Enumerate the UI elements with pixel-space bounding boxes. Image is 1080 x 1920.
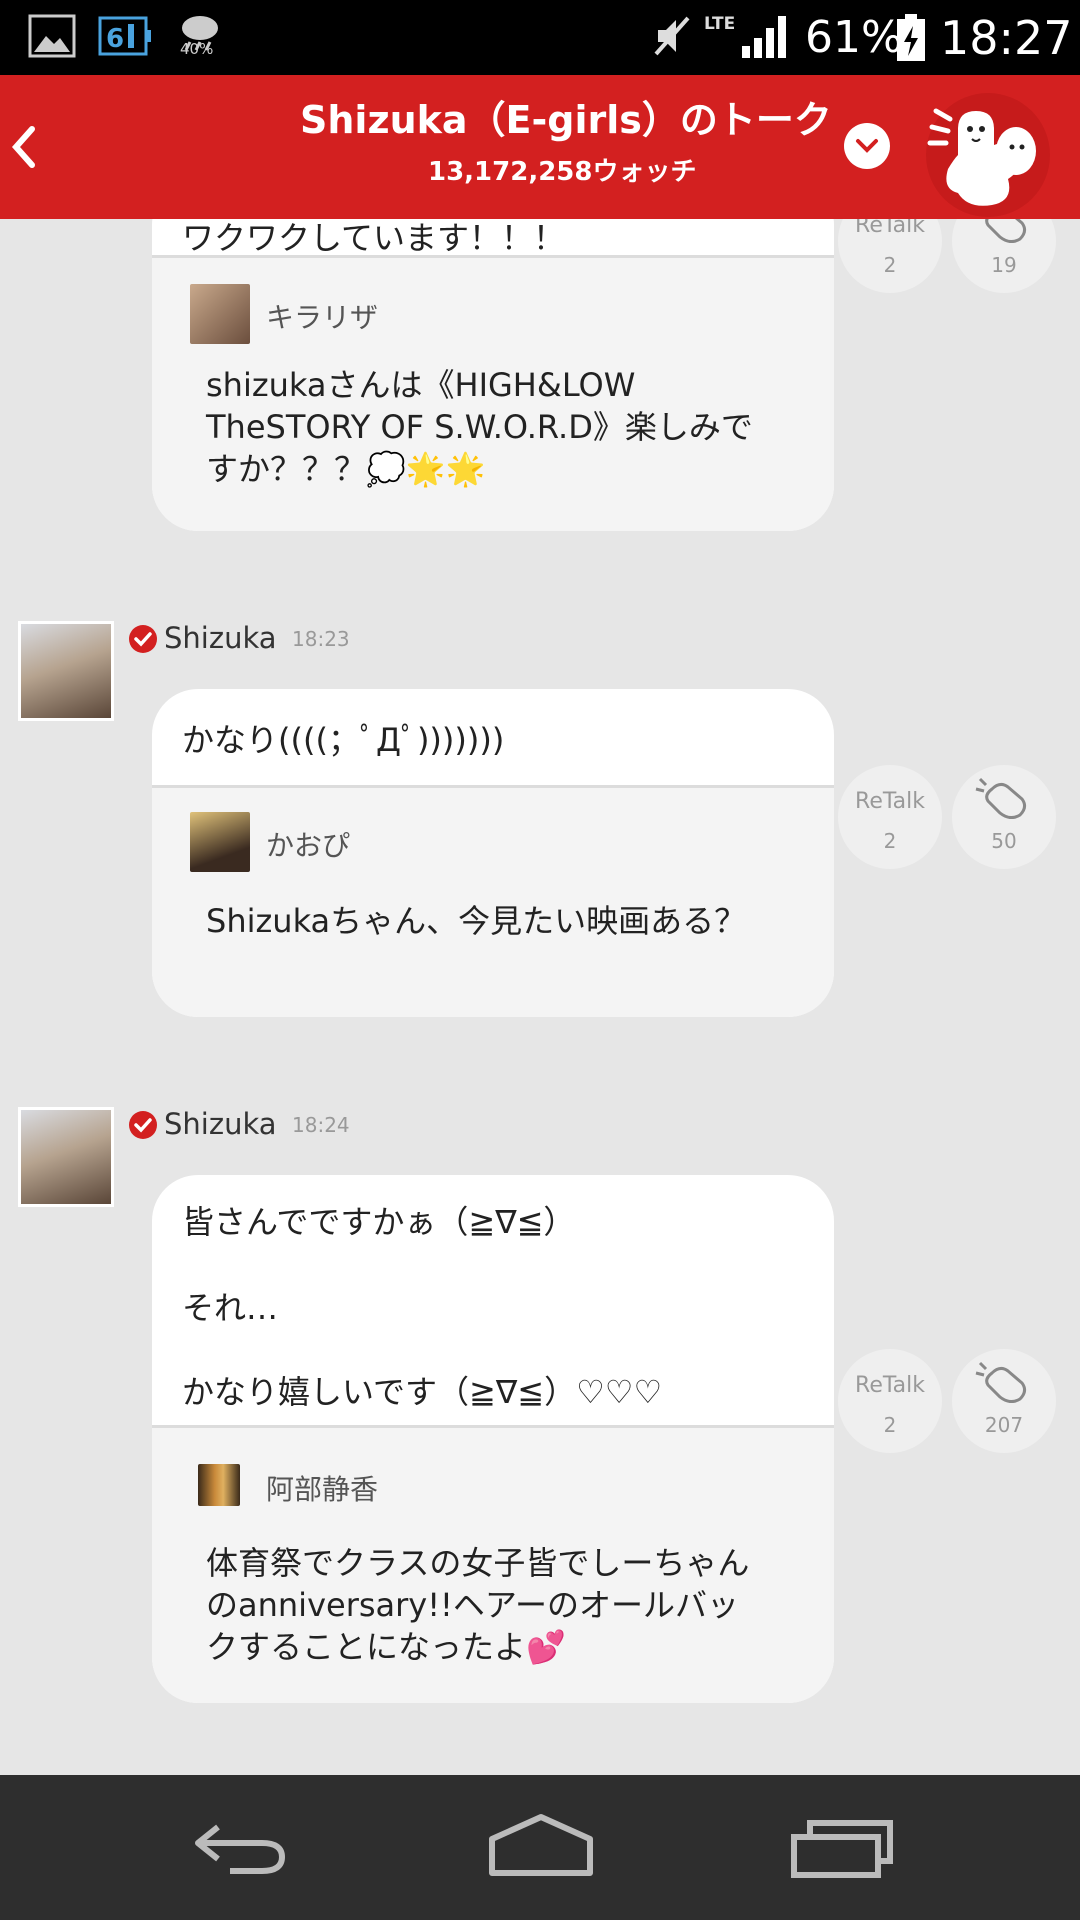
message-text: それ…: [182, 1289, 279, 1327]
back-chevron-icon[interactable]: [10, 125, 38, 169]
weather-percent: 40%: [180, 40, 214, 58]
battery-percent: 61%: [805, 12, 903, 63]
talk-title: Shizuka（E-girls）のトーク: [300, 98, 832, 142]
clap-icon: [975, 1361, 1027, 1403]
retalk-button[interactable]: ReTalk 2: [838, 765, 942, 869]
back-icon[interactable]: [190, 1817, 290, 1877]
data-notification-icon: 6: [98, 16, 151, 56]
clap-button[interactable]: 207: [952, 1349, 1056, 1453]
message-text: ワクワクしています！！！: [182, 219, 566, 257]
retalk-button[interactable]: ReTalk 2: [838, 1349, 942, 1453]
clap-icon: [985, 219, 1027, 243]
message-bubble[interactable]: 皆さんでですかぁ（≧∇≦） それ… かなり嬉しいです（≧∇≦）♡♡♡ 阿部静香 …: [152, 1175, 834, 1703]
post-time: 18:23: [292, 627, 350, 651]
clap-count: 19: [991, 253, 1017, 277]
status-clock: 18:27: [940, 11, 1073, 65]
clap-button[interactable]: 50: [952, 765, 1056, 869]
message-bubble[interactable]: かなり((((；ﾟДﾟ))))))) かおぴ Shizukaちゃん、今見たい映画…: [152, 689, 834, 1017]
mute-icon: [654, 16, 690, 56]
verified-check-icon: [129, 1111, 157, 1139]
post-time: 18:24: [292, 1113, 350, 1137]
reply-avatar: [190, 284, 250, 344]
retalk-label: ReTalk: [855, 219, 925, 238]
gallery-notification-icon: [28, 14, 76, 58]
reply-quote[interactable]: 阿部静香 体育祭でクラスの女子皆でしーちゃんのanniversary!!ヘアーの…: [152, 1425, 834, 1703]
reply-username: かおぴ: [266, 829, 351, 862]
dropdown-button[interactable]: [844, 123, 890, 169]
retalk-count: 2: [883, 1413, 897, 1437]
poster-avatar[interactable]: [18, 1107, 114, 1207]
poster-name[interactable]: Shizuka: [164, 621, 277, 655]
poster-avatar[interactable]: [18, 621, 114, 721]
retalk-button[interactable]: ReTalk 2: [838, 219, 942, 293]
message-text: かなり((((；ﾟДﾟ))))))): [182, 721, 505, 759]
chevron-down-icon: [856, 139, 878, 153]
reply-quote[interactable]: かおぴ Shizukaちゃん、今見たい映画ある？: [152, 785, 834, 1017]
reply-text: Shizukaちゃん、今見たい映画ある？: [206, 902, 747, 940]
watch-count: 13,172,258ウォッチ: [428, 157, 697, 187]
clap-icon: [975, 777, 1027, 819]
system-nav-bar: [0, 1775, 1080, 1920]
poster-name[interactable]: Shizuka: [164, 1107, 277, 1141]
status-bar: 6 40% LTE 61% 18:27: [0, 0, 1080, 75]
message-bubble[interactable]: ワクワクしています！！！ キラリザ shizukaさんは《HIGH&LOW Th…: [152, 219, 834, 531]
retalk-count: 2: [883, 829, 897, 853]
retalk-label: ReTalk: [855, 789, 925, 814]
reply-username: キラリザ: [266, 301, 379, 334]
reply-text: shizukaさんは《HIGH&LOW TheSTORY OF S.W.O.R.…: [206, 366, 753, 488]
reply-text: 体育祭でクラスの女子皆でしーちゃんのanniversary!!ヘアーのオールバッ…: [206, 1544, 750, 1666]
reply-quote[interactable]: キラリザ shizukaさんは《HIGH&LOW TheSTORY OF S.W…: [152, 255, 834, 531]
home-icon[interactable]: [486, 1811, 596, 1879]
verified-check-icon: [129, 625, 157, 653]
battery-charging-icon: [897, 14, 925, 61]
app-header: Shizuka（E-girls）のトーク 13,172,258ウォッチ: [0, 75, 1080, 219]
svg-text:6: 6: [106, 24, 124, 54]
clap-button[interactable]: 19: [952, 219, 1056, 293]
mascot-icon[interactable]: [918, 89, 1058, 229]
signal-icon: [742, 16, 786, 58]
recents-icon[interactable]: [790, 1815, 894, 1879]
clap-count: 50: [991, 829, 1017, 853]
reply-avatar: [190, 812, 250, 872]
retalk-label: ReTalk: [855, 1373, 925, 1398]
reply-username: 阿部静香: [266, 1473, 379, 1506]
reply-avatar: [198, 1464, 240, 1506]
clap-count: 207: [984, 1413, 1024, 1437]
retalk-count: 2: [883, 253, 897, 277]
network-type: LTE: [704, 14, 736, 34]
message-text: 皆さんでですかぁ（≧∇≦）: [182, 1203, 576, 1241]
message-text: かなり嬉しいです（≧∇≦）♡♡♡: [182, 1373, 663, 1411]
chat-timeline[interactable]: ワクワクしています！！！ キラリザ shizukaさんは《HIGH&LOW Th…: [0, 219, 1080, 1775]
